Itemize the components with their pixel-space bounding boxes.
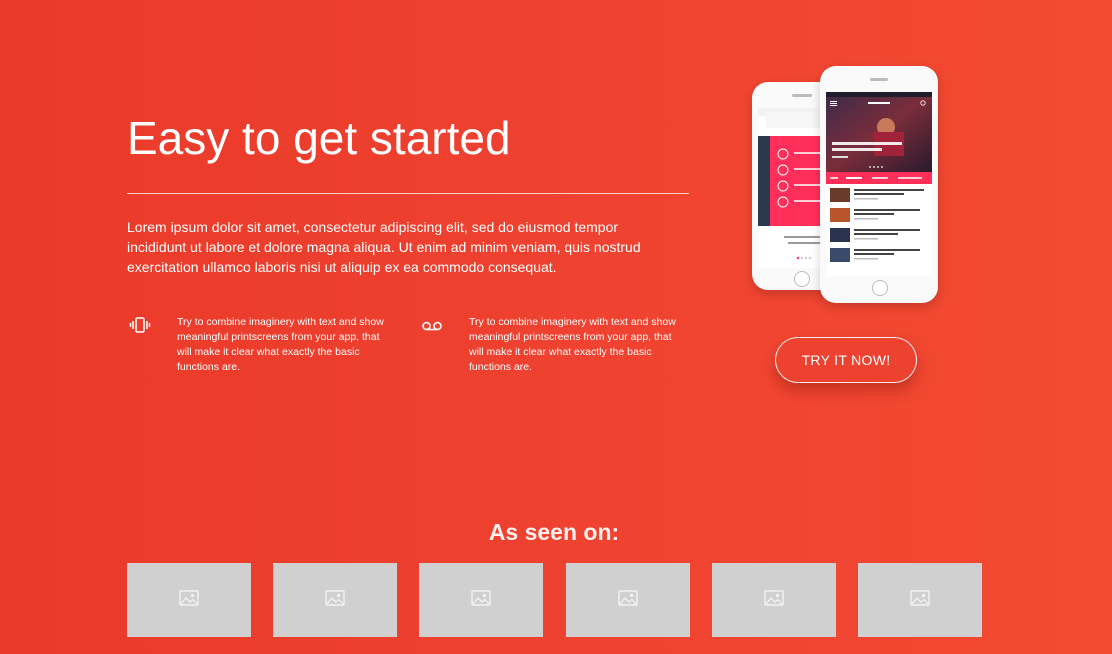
- as-seen-on-heading: As seen on:: [488, 519, 620, 545]
- voicemail-icon: [421, 317, 443, 333]
- as-seen-on-logos: [127, 563, 982, 637]
- logo-placeholder: [712, 563, 836, 637]
- divider: [127, 193, 689, 194]
- logo-placeholder: [419, 563, 543, 637]
- page-title: Easy to get started: [127, 112, 511, 164]
- try-it-now-button[interactable]: TRY IT NOW!: [775, 337, 917, 383]
- image-placeholder-icon: [325, 589, 345, 611]
- logo-placeholder: [566, 563, 690, 637]
- phone-screen: [826, 92, 932, 276]
- image-placeholder-icon: [471, 589, 491, 611]
- image-placeholder-icon: [764, 589, 784, 611]
- feature-text: Try to combine imaginery with text and s…: [177, 316, 384, 373]
- vibrate-phone-icon: [129, 317, 151, 333]
- image-placeholder-icon: [618, 589, 638, 611]
- phone-mockup-front: [820, 66, 938, 303]
- feature-text: Try to combine imaginery with text and s…: [469, 316, 676, 373]
- logo-placeholder: [273, 563, 397, 637]
- logo-placeholder: [858, 563, 982, 637]
- lead-paragraph: Lorem ipsum dolor sit amet, consectetur …: [127, 219, 641, 275]
- logo-placeholder: [127, 563, 251, 637]
- image-placeholder-icon: [910, 589, 930, 611]
- image-placeholder-icon: [179, 589, 199, 611]
